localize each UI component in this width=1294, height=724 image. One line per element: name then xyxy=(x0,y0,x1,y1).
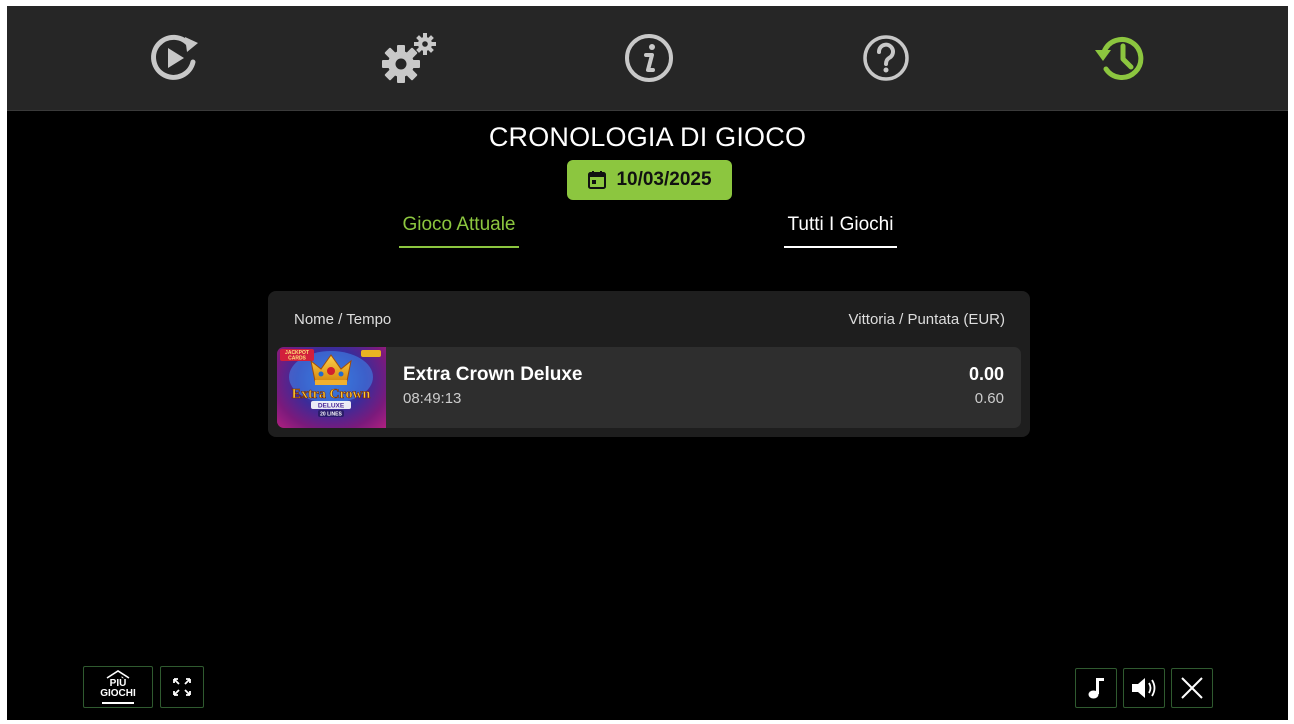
page-title: CRONOLOGIA DI GIOCO xyxy=(488,122,807,152)
thumb-badge-line2: CARDS xyxy=(288,356,306,362)
more-games-underline xyxy=(102,702,134,704)
thumb-title: Extra Crown xyxy=(292,387,371,402)
date-picker-button[interactable]: 10/03/2025 xyxy=(567,160,732,200)
fullscreen-icon xyxy=(173,678,191,696)
autoplay-icon[interactable] xyxy=(144,28,204,88)
history-icon[interactable] xyxy=(1090,28,1150,88)
thumb-subtitle: DELUXE xyxy=(318,403,345,410)
tab-all-games[interactable]: Tutti I Giochi xyxy=(784,214,897,252)
help-icon[interactable] xyxy=(856,28,916,88)
close-button[interactable] xyxy=(1171,668,1213,708)
tab-current-game-label: Gioco Attuale xyxy=(402,214,516,235)
column-header-win-bet: Vittoria / Puntata (EUR) xyxy=(848,311,1005,328)
game-history-screen: CRONOLOGIA DI GIOCO 10/03/2025 Gioco Att… xyxy=(7,6,1288,720)
table-row[interactable]: JACKPOT CARDS Extra Crown DELUXE 20 LINE… xyxy=(277,347,1021,428)
tab-all-games-underline xyxy=(784,246,897,248)
game-time: 08:49:13 xyxy=(403,390,462,407)
tab-all-games-label: Tutti I Giochi xyxy=(787,214,894,235)
column-header-name-time: Nome / Tempo xyxy=(294,311,392,328)
fullscreen-button[interactable] xyxy=(160,666,204,708)
selected-date: 10/03/2025 xyxy=(616,169,712,190)
top-nav-bar xyxy=(7,6,1288,111)
info-icon[interactable] xyxy=(619,28,679,88)
speaker-icon xyxy=(1132,678,1156,698)
sound-button[interactable] xyxy=(1123,668,1165,708)
history-table: Nome / Tempo Vittoria / Puntata (EUR) JA… xyxy=(268,291,1030,437)
more-games-line2: GIOCHI xyxy=(100,688,136,700)
game-name: Extra Crown Deluxe xyxy=(403,364,583,385)
settings-icon[interactable] xyxy=(379,28,439,88)
game-thumbnail: JACKPOT CARDS Extra Crown DELUXE 20 LINE… xyxy=(277,347,386,428)
win-amount: 0.00 xyxy=(968,364,1004,384)
calendar-icon xyxy=(588,171,607,189)
more-games-button[interactable]: PIÙ GIOCHI xyxy=(83,666,153,708)
close-icon xyxy=(1181,677,1203,699)
music-button[interactable] xyxy=(1075,668,1117,708)
tab-current-game[interactable]: Gioco Attuale xyxy=(399,214,519,252)
music-note-icon xyxy=(1088,678,1104,699)
thumb-lines: 20 LINES xyxy=(320,412,342,418)
tab-current-game-underline xyxy=(399,246,519,248)
bet-amount: 0.60 xyxy=(974,390,1004,407)
